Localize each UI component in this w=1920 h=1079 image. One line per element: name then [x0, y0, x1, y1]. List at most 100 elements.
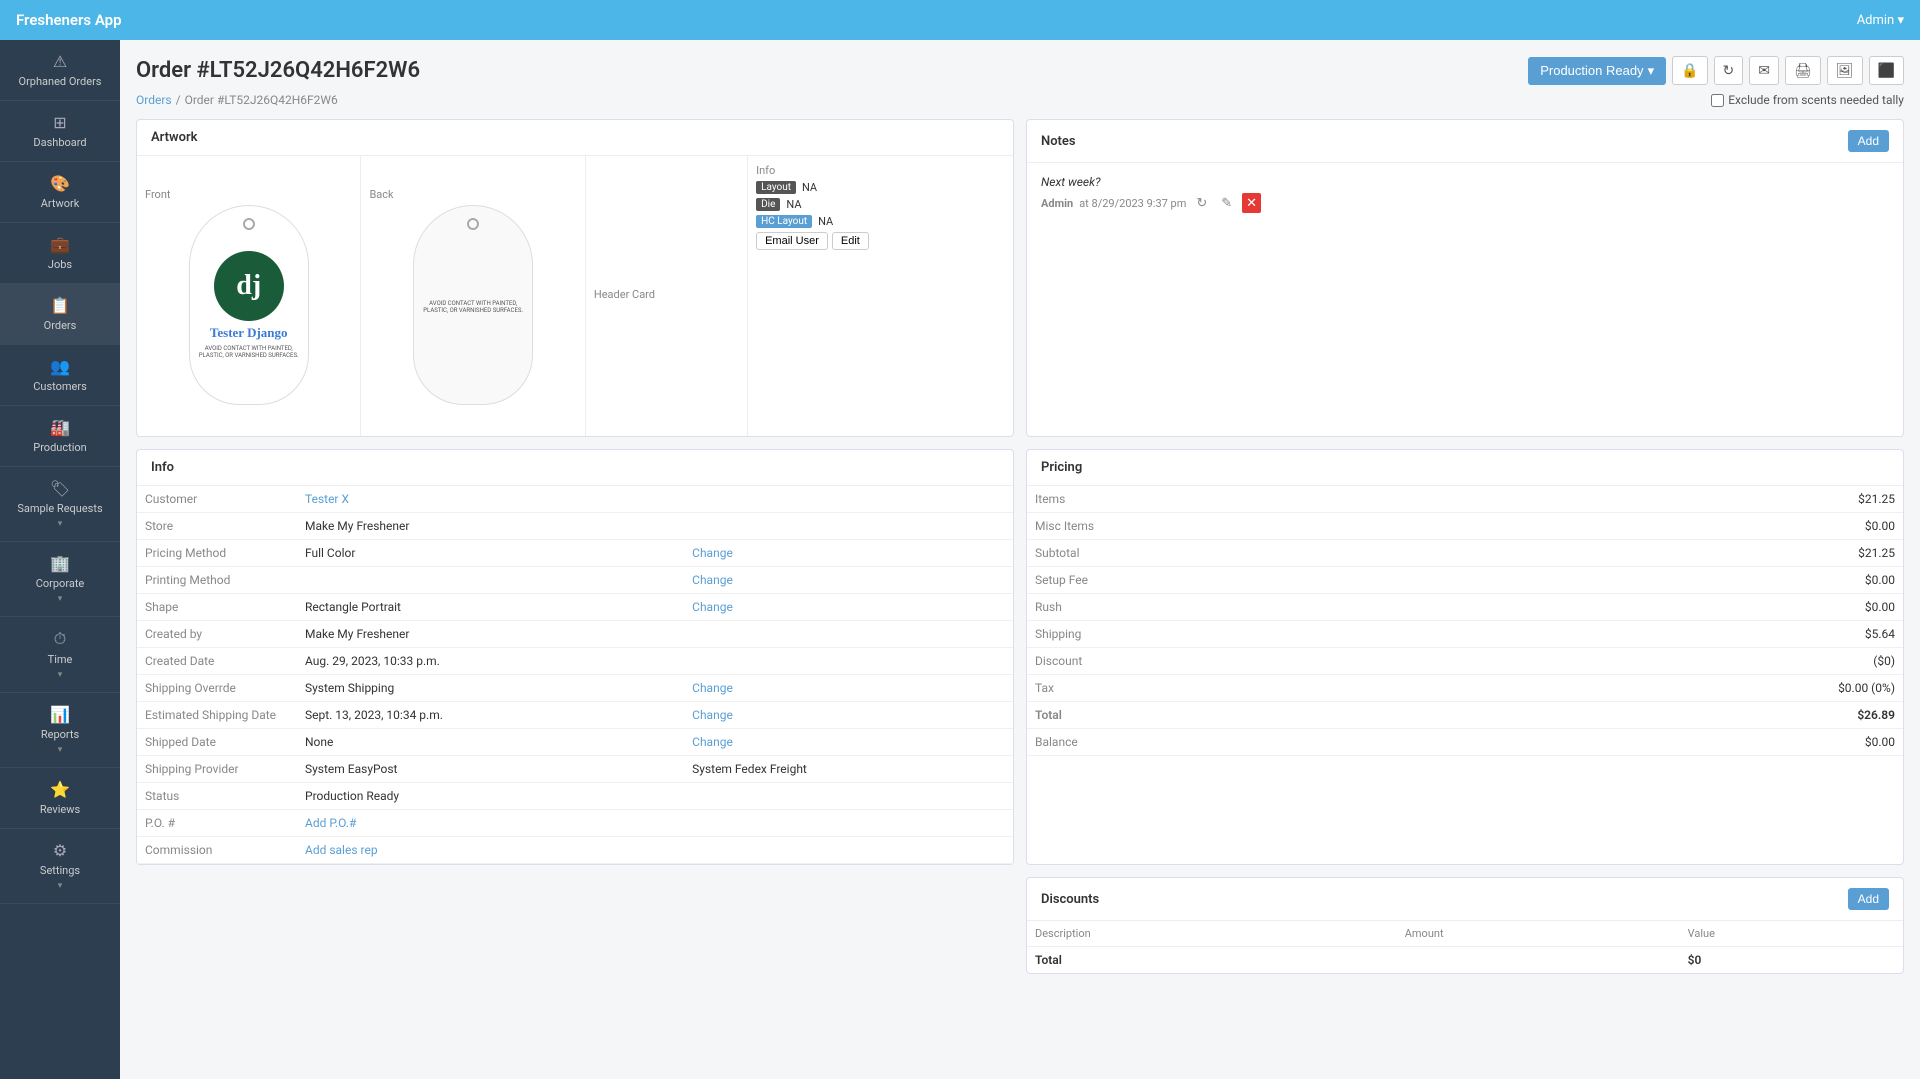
- info-table: CustomerTester XStoreMake My FreshenerPr…: [137, 486, 1013, 864]
- info-value: Full Color: [305, 546, 355, 560]
- admin-menu[interactable]: Admin ▾: [1857, 13, 1904, 28]
- lock-icon-button[interactable]: 🔒: [1672, 56, 1707, 85]
- sidebar-item-corporate[interactable]: 🏢 Corporate ▾: [0, 542, 120, 617]
- pricing-value: $0.00: [1471, 513, 1903, 540]
- notes-card-body: Next week? Admin at 8/29/2023 9:37 pm ↻ …: [1027, 163, 1903, 225]
- info-link-customer[interactable]: Tester X: [305, 492, 349, 506]
- email-user-button[interactable]: Email User: [756, 232, 828, 250]
- pricing-label: Tax: [1027, 675, 1471, 702]
- sidebar-label-corporate: Corporate: [36, 577, 85, 590]
- sidebar-label-jobs: Jobs: [48, 258, 72, 271]
- sidebar-item-time[interactable]: ⏱ Time ▾: [0, 617, 120, 693]
- info-table-row: Created DateAug. 29, 2023, 10:33 p.m.: [137, 648, 1013, 675]
- page-title: Order #LT52J26Q42H6F2W6: [136, 58, 420, 83]
- info-field-label: Shipping Overrde: [137, 675, 297, 702]
- discounts-card: Discounts Add DescriptionAmountValueTota…: [1026, 877, 1904, 974]
- freshener-name: Tester Django: [210, 325, 288, 341]
- note-date: at 8/29/2023 9:37 pm: [1079, 197, 1186, 210]
- customers-icon: 👥: [50, 357, 70, 376]
- sidebar: ⚠ Orphaned Orders ⊞ Dashboard 🎨 Artwork …: [0, 40, 120, 1079]
- info-change-link[interactable]: Change: [692, 735, 733, 749]
- freshener-front-image: dj Tester Django AVOID CONTACT WITH PAIN…: [189, 205, 309, 405]
- info-link-p.o.-#[interactable]: Add P.O.#: [305, 816, 356, 830]
- pricing-label: Shipping: [1027, 621, 1471, 648]
- sidebar-item-orphaned-orders[interactable]: ⚠ Orphaned Orders: [0, 40, 120, 101]
- info-card: Info CustomerTester XStoreMake My Freshe…: [136, 449, 1014, 865]
- sidebar-item-customers[interactable]: 👥 Customers: [0, 345, 120, 406]
- info-field-label: Estimated Shipping Date: [137, 702, 297, 729]
- freshener-warning: AVOID CONTACT WITH PAINTED, PLASTIC, OR …: [190, 345, 308, 359]
- info-change-link[interactable]: Change: [692, 546, 733, 560]
- info-card-header: Info: [137, 450, 1013, 486]
- corporate-icon: 🏢: [50, 554, 70, 573]
- info-value: Rectangle Portrait: [305, 600, 401, 614]
- pricing-label: Subtotal: [1027, 540, 1471, 567]
- info-table-row: Created byMake My Freshener: [137, 621, 1013, 648]
- disc-total-label: Total: [1027, 947, 1397, 974]
- sidebar-item-reports[interactable]: 📊 Reports ▾: [0, 693, 120, 768]
- sidebar-item-sample-requests[interactable]: 🏷 Sample Requests ▾: [0, 467, 120, 542]
- status-button[interactable]: Production Ready ▾: [1528, 57, 1666, 85]
- square-icon-button[interactable]: ⬛: [1869, 56, 1904, 85]
- refresh-icon-button[interactable]: ↻: [1714, 56, 1744, 85]
- info-field-label: Created by: [137, 621, 297, 648]
- sidebar-item-jobs[interactable]: 💼 Jobs: [0, 223, 120, 284]
- info-field-label: Created Date: [137, 648, 297, 675]
- info-change-link[interactable]: Change: [692, 708, 733, 722]
- sidebar-item-settings[interactable]: ⚙ Settings ▾: [0, 829, 120, 904]
- sidebar-item-artwork[interactable]: 🎨 Artwork: [0, 162, 120, 223]
- info-link-commission[interactable]: Add sales rep: [305, 843, 378, 857]
- edit-button[interactable]: Edit: [832, 232, 869, 250]
- info-field-label: Store: [137, 513, 297, 540]
- pricing-card-body: Items $21.25Misc Items $0.00Subtotal $21…: [1027, 486, 1903, 756]
- note-author: Admin: [1041, 197, 1073, 210]
- hc-layout-row: HC Layout NA: [756, 215, 1005, 228]
- info-field-label: Shape: [137, 594, 297, 621]
- freshener-back-image: AVOID CONTACT WITH PAINTED, PLASTIC, OR …: [413, 205, 533, 405]
- pricing-value: $0.00: [1471, 729, 1903, 756]
- sidebar-item-orders[interactable]: 📋 Orders: [0, 284, 120, 345]
- image-icon-button[interactable]: 🖼: [1827, 56, 1863, 85]
- breadcrumb: Orders / Order #LT52J26Q42H6F2W6 Exclude…: [136, 93, 1904, 107]
- freshener-hole-back: [467, 218, 479, 230]
- freshener-warning-back: AVOID CONTACT WITH PAINTED, PLASTIC, OR …: [414, 300, 532, 314]
- layout-value: NA: [802, 181, 817, 194]
- email-icon-button[interactable]: ✉: [1749, 56, 1779, 85]
- sidebar-item-production[interactable]: 🏭 Production: [0, 406, 120, 467]
- pricing-table-row: Tax $0.00 (0%): [1027, 675, 1903, 702]
- sidebar-label-artwork: Artwork: [41, 197, 80, 210]
- exclude-checkbox[interactable]: [1711, 94, 1724, 107]
- sidebar-item-reviews[interactable]: ⭐ Reviews: [0, 768, 120, 829]
- exclude-label: Exclude from scents needed tally: [1728, 93, 1904, 107]
- notes-add-button[interactable]: Add: [1848, 130, 1889, 152]
- sidebar-label-customers: Customers: [33, 380, 87, 393]
- info-field-label: Customer: [137, 486, 297, 513]
- discounts-add-button[interactable]: Add: [1848, 888, 1889, 910]
- pricing-table-row: Discount ($0): [1027, 648, 1903, 675]
- sidebar-label-settings: Settings: [40, 864, 80, 877]
- pricing-value: $0.00 (0%): [1471, 675, 1903, 702]
- pricing-table-row: Shipping $5.64: [1027, 621, 1903, 648]
- pricing-table-row: Items $21.25: [1027, 486, 1903, 513]
- pricing-table: Items $21.25Misc Items $0.00Subtotal $21…: [1027, 486, 1903, 756]
- note-delete-button[interactable]: ✕: [1242, 193, 1261, 213]
- note-item: Next week? Admin at 8/29/2023 9:37 pm ↻ …: [1041, 175, 1889, 213]
- pricing-value: $0.00: [1471, 567, 1903, 594]
- info-change-link[interactable]: Change: [692, 573, 733, 587]
- pricing-card-header: Pricing: [1027, 450, 1903, 486]
- note-edit-button[interactable]: ✎: [1217, 193, 1236, 213]
- info-table-row: Shape Rectangle Portrait Change: [137, 594, 1013, 621]
- pricing-label: Setup Fee: [1027, 567, 1471, 594]
- info-change-link[interactable]: Change: [692, 600, 733, 614]
- info-change-link[interactable]: Change: [692, 681, 733, 695]
- info-card-body: CustomerTester XStoreMake My FreshenerPr…: [137, 486, 1013, 864]
- note-refresh-button[interactable]: ↻: [1192, 193, 1211, 213]
- disc-col-header: Description: [1027, 921, 1397, 947]
- pricing-title: Pricing: [1041, 460, 1082, 475]
- print-icon-button[interactable]: 🖨: [1785, 56, 1821, 85]
- sidebar-item-dashboard[interactable]: ⊞ Dashboard: [0, 101, 120, 162]
- info-value: Aug. 29, 2023, 10:33 p.m.: [297, 648, 684, 675]
- settings-icon: ⚙: [53, 841, 67, 860]
- breadcrumb-orders-link[interactable]: Orders: [136, 93, 172, 107]
- hc-layout-value: NA: [818, 215, 833, 228]
